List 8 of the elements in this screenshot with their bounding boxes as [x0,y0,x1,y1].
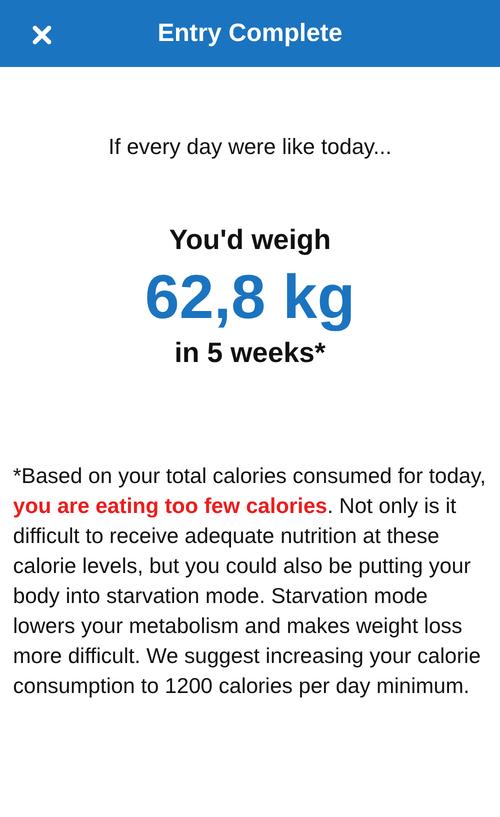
close-icon [32,25,52,45]
calorie-note: *Based on your total calories consumed for today, you are eating too few calories. Not only is it difficult to receive adequate nutrition at these calorie levels, but you could also be putting your body into starvation mode. Starvation mode lowers your metabolism and makes weight loss more difficult. We suggest increasing your calorie consumption to 1200 calories per day minimum. [13,463,487,700]
projected-weight: 62,8 kg [144,262,356,333]
result-lead-text: You'd weigh [168,224,332,256]
header-title: Entry Complete [158,19,342,48]
close-button[interactable] [30,23,54,47]
result-period-text: in 5 weeks* [174,337,326,369]
intro-text: If every day were like today... [107,134,393,160]
